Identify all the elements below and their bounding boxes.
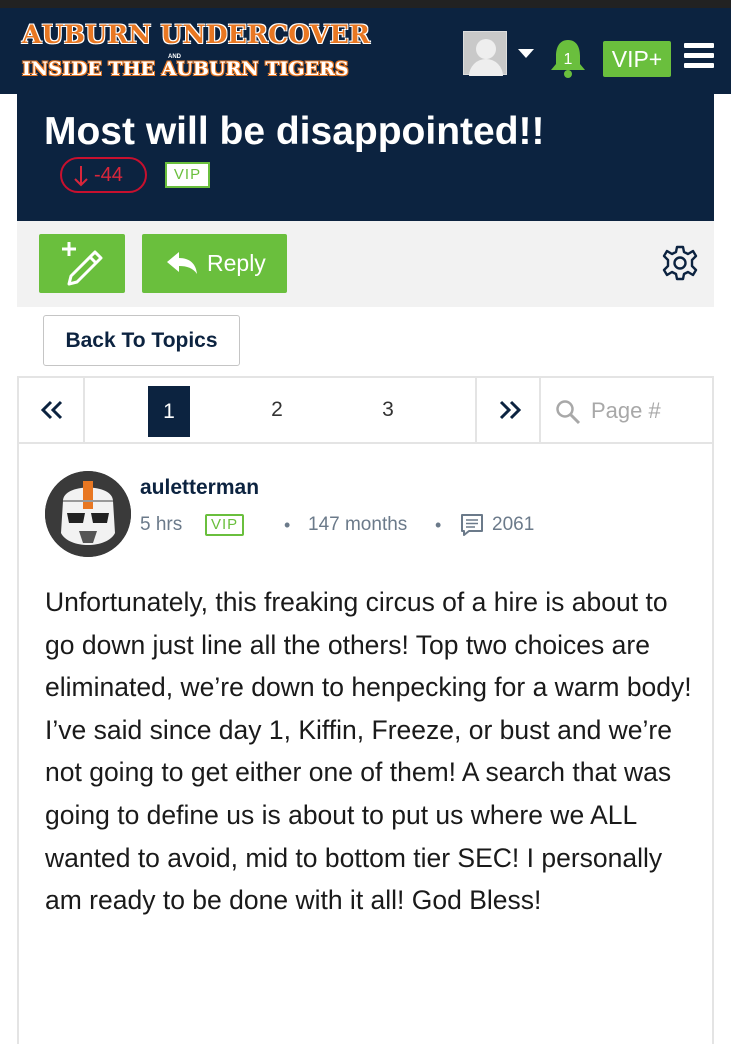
topic-title: Most will be disappointed!!: [44, 110, 545, 153]
site-logo[interactable]: AUBURN UNDERCOVER AND INSIDE THE AUBURN …: [22, 18, 370, 86]
page-2-button[interactable]: 2: [255, 378, 299, 442]
page-number-placeholder: Page #: [591, 398, 661, 423]
post-tenure: 147 months: [308, 514, 408, 535]
first-page-button[interactable]: [19, 378, 85, 442]
reply-arrow-icon: [167, 252, 197, 274]
post-author-avatar[interactable]: [45, 471, 131, 557]
pagination: 1 2 3 Page #: [17, 376, 714, 444]
user-avatar-icon[interactable]: [463, 31, 507, 76]
search-icon: [556, 400, 581, 425]
double-chevron-left-icon: [40, 400, 63, 420]
logo-line1: AUBURN UNDERCOVER: [22, 20, 371, 49]
vip-plus-button[interactable]: VIP+: [603, 41, 671, 77]
post-author-name[interactable]: auletterman: [140, 476, 259, 500]
reply-button[interactable]: Reply: [142, 234, 287, 293]
last-page-button[interactable]: [475, 378, 541, 442]
page-1-button[interactable]: 1: [148, 386, 190, 437]
post-body: Unfortunately, this freaking circus of a…: [45, 587, 692, 916]
posts-count-icon: [461, 514, 483, 536]
gear-icon[interactable]: [662, 245, 698, 281]
logo-line2: INSIDE THE AUBURN TIGERS: [22, 58, 349, 80]
topic-vip-badge: VIP: [165, 162, 210, 188]
hamburger-menu-icon[interactable]: [684, 43, 714, 69]
separator-dot: •: [435, 515, 442, 535]
post-vip-badge: VIP: [205, 514, 245, 536]
down-arrow-icon: [74, 166, 88, 187]
post: auletterman 5 hrs VIP • 147 months • 206…: [17, 444, 714, 1044]
reply-label: Reply: [207, 250, 266, 276]
dropdown-caret-icon[interactable]: [518, 49, 534, 58]
topic-header: Most will be disappointed!! -44 VIP: [17, 94, 714, 221]
new-topic-button[interactable]: [39, 234, 125, 293]
bell-icon[interactable]: 1: [548, 38, 588, 80]
vote-score-badge[interactable]: -44: [60, 157, 147, 193]
top-nav-bar: AUBURN UNDERCOVER AND INSIDE THE AUBURN …: [0, 0, 731, 94]
post-count: 2061: [492, 514, 535, 535]
double-chevron-right-icon: [499, 400, 522, 420]
post-time: 5 hrs: [140, 514, 183, 535]
vote-score: -44: [94, 164, 123, 186]
back-to-topics-button[interactable]: Back To Topics: [43, 315, 240, 366]
page-number-input[interactable]: Page #: [555, 394, 705, 428]
separator-dot: •: [284, 515, 291, 535]
post-meta: 5 hrs VIP • 147 months • 2061: [140, 511, 660, 539]
notification-count: 1: [564, 51, 573, 68]
new-topic-pencil-icon: [62, 242, 103, 286]
page-3-button[interactable]: 3: [366, 378, 410, 442]
topic-toolbar: Reply: [17, 221, 714, 307]
